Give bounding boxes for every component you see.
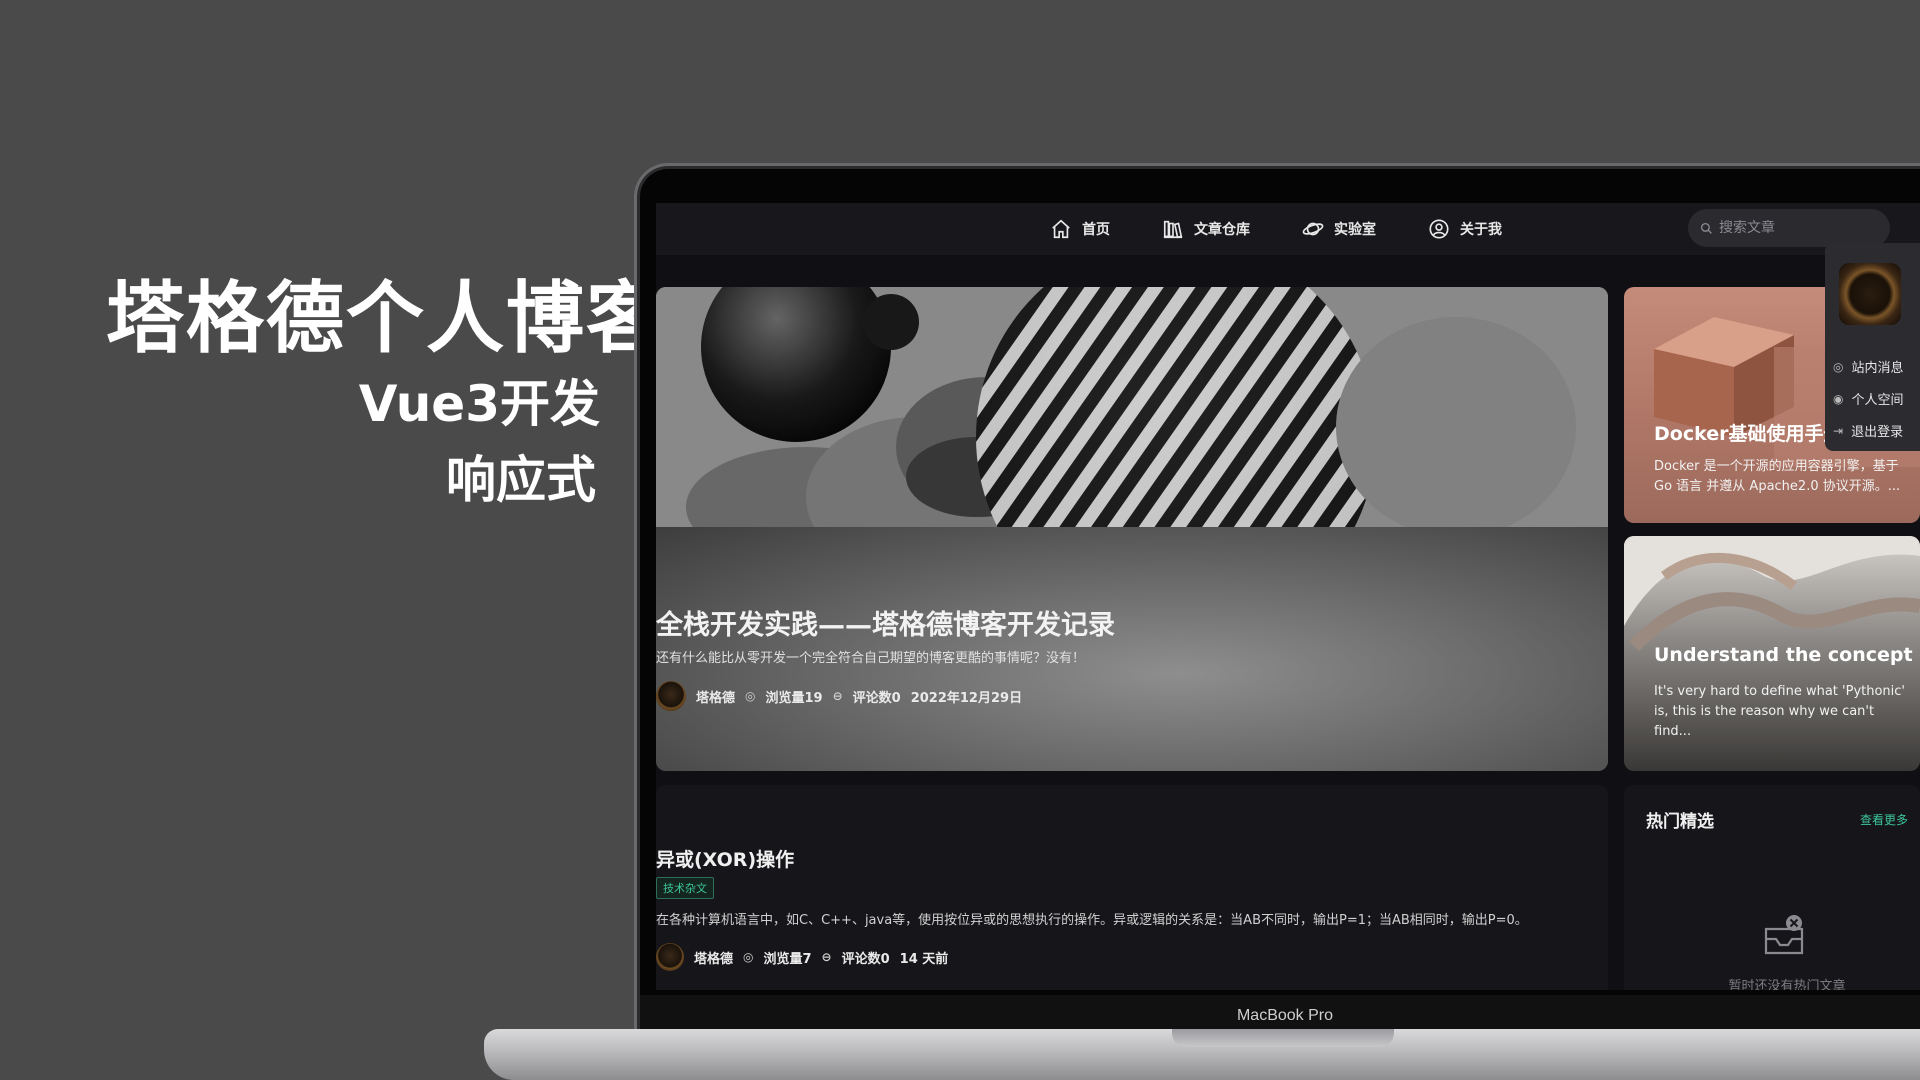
feature-meta: 塔格德 ◎ 浏览量19 ⊖ 评论数0 2022年12月29日 [656, 681, 1022, 711]
hot-picks-title: 热门精选 [1646, 812, 1714, 832]
view-count: 浏览量7 [763, 951, 812, 967]
side-article-card-pythonic[interactable]: Understand the concept o... It's very ha… [1624, 536, 1920, 771]
view-more-link[interactable]: 查看更多 [1860, 811, 1908, 828]
device-label: MacBook Pro [1236, 1007, 1334, 1024]
article-title[interactable]: 异或(XOR)操作 [656, 845, 794, 872]
author-avatar [656, 943, 684, 971]
comment-count: 评论数0 [841, 951, 890, 967]
comment-icon: ⊖ [821, 950, 832, 964]
article-meta: 塔格德 ◎ 浏览量7 ⊖ 评论数0 14 天前 [656, 943, 948, 971]
hero-subtitle-responsive: 响应式 [446, 451, 596, 509]
view-count: 浏览量19 [765, 690, 823, 706]
side-card-title[interactable]: Docker基础使用手册 [1654, 419, 1842, 446]
nav-items: 首页 文章仓库 实验室 关于我 [1050, 203, 1502, 255]
dropdown-label: 个人空间 [1851, 393, 1904, 408]
hot-picks-panel: 热门精选 查看更多 暂时还没有热门文章 [1624, 785, 1920, 990]
nav-item-home[interactable]: 首页 [1050, 218, 1110, 240]
feature-description: 还有什么能比从零开发一个完全符合自己期望的博客更酷的事情呢？没有！ [656, 651, 1086, 666]
user-dropdown-menu: ◎ 站内消息 ◉ 个人空间 ⇥ 退出登录 [1825, 243, 1920, 451]
top-nav: 首页 文章仓库 实验室 关于我 [656, 203, 1920, 255]
dropdown-item-messages[interactable]: ◎ 站内消息 [1833, 357, 1904, 377]
home-icon [1052, 219, 1070, 239]
article-list-item[interactable]: 异或(XOR)操作 技术杂文 在各种计算机语言中，如C、C++、java等，使用… [656, 785, 1608, 990]
side-card-desc: It's very hard to define what 'Pythonic'… [1654, 684, 1906, 739]
logout-icon: ⇥ [1833, 423, 1844, 438]
nav-item-library[interactable]: 文章仓库 [1162, 218, 1250, 240]
nav-label-about: 关于我 [1460, 222, 1502, 238]
library-icon [1163, 220, 1183, 239]
search-box[interactable] [1688, 209, 1890, 247]
article-description: 在各种计算机语言中，如C、C++、java等，使用按位异或的思想执行的操作。异或… [656, 913, 1528, 928]
feature-cover-image [656, 287, 1608, 547]
hero-subtitle-vue3: Vue3开发 [358, 375, 600, 433]
hot-empty-message: 暂时还没有热门文章 [1728, 979, 1846, 990]
comment-icon: ⊖ [832, 689, 843, 703]
planet-icon [1302, 222, 1324, 236]
article-tag[interactable]: 技术杂文 [656, 877, 714, 899]
nav-label-lab: 实验室 [1334, 222, 1376, 238]
nav-item-about[interactable]: 关于我 [1428, 218, 1502, 240]
dropdown-label: 退出登录 [1851, 425, 1904, 440]
empty-inbox-icon [1764, 915, 1804, 955]
author-name[interactable]: 塔格德 [694, 948, 733, 967]
author-avatar [656, 681, 686, 711]
dropdown-item-logout[interactable]: ⇥ 退出登录 [1833, 421, 1904, 441]
comment-count: 评论数0 [852, 690, 901, 706]
feature-title[interactable]: 全栈开发实践——塔格德博客开发记录 [656, 603, 1115, 642]
eye-icon: ◎ [743, 950, 754, 964]
laptop-notch [1172, 1029, 1394, 1047]
dropdown-label: 站内消息 [1851, 361, 1904, 376]
nav-label-library: 文章仓库 [1194, 222, 1250, 238]
publish-date: 2022年12月29日 [910, 690, 1023, 706]
side-card-desc: Docker 是一个开源的应用容器引擎，基于 Go 语言 并遵从 Apache2… [1654, 459, 1901, 494]
search-icon [1700, 222, 1712, 234]
nav-item-lab[interactable]: 实验室 [1302, 218, 1376, 240]
dropdown-item-profile[interactable]: ◉ 个人空间 [1833, 389, 1904, 409]
user-avatar[interactable] [1839, 263, 1901, 325]
message-icon: ◎ [1833, 359, 1844, 374]
side-card-title[interactable]: Understand the concept o... [1654, 644, 1920, 666]
nav-label-home: 首页 [1082, 222, 1110, 238]
hero-title: 塔格德个人博客 [106, 274, 667, 364]
author-name[interactable]: 塔格德 [696, 687, 735, 706]
user-icon [1429, 219, 1449, 239]
feature-article-card[interactable]: 全栈开发实践——塔格德博客开发记录 还有什么能比从零开发一个完全符合自己期望的博… [656, 287, 1608, 771]
laptop-screen: 首页 文章仓库 实验室 关于我 搜索文章 全栈开发实践——塔格德博客开发记录 还… [656, 203, 1920, 990]
pythonic-cover-image [1624, 536, 1920, 651]
search-input[interactable] [1719, 220, 1879, 236]
eye-icon: ◎ [745, 689, 756, 703]
relative-time: 14 天前 [899, 951, 949, 967]
profile-icon: ◉ [1833, 391, 1844, 406]
